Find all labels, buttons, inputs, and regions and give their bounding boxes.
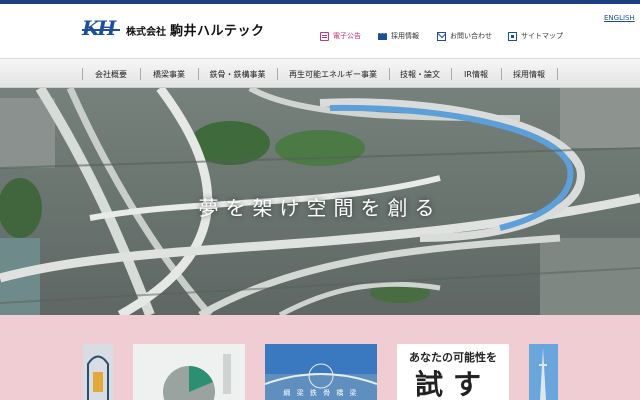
people-icon (378, 32, 387, 41)
kh-logo-mark: KH (82, 16, 120, 40)
banner-area: 綱 梁 鉄 骨 橋 梁 あなたの可能性を 試す (0, 315, 640, 400)
banner-card-business[interactable]: 綱 梁 鉄 骨 橋 梁 (265, 344, 377, 400)
utility-link-contact[interactable]: お問い合わせ (437, 30, 492, 42)
document-icon (320, 31, 329, 41)
utility-link-sitemap[interactable]: サイトマップ (508, 30, 563, 42)
logo-bar (82, 29, 120, 31)
mail-icon (437, 31, 446, 41)
utility-link-label: 電子公告 (333, 32, 361, 40)
company-name-text: 駒井ハルテック (170, 23, 265, 39)
nav-separator (557, 68, 558, 80)
logo-mark-text: KH (82, 16, 116, 40)
recruit-banner-line2: 試す (414, 368, 491, 400)
nav-item-papers[interactable]: 技報・論文 (389, 59, 451, 89)
utility-link-label: お問い合わせ (450, 32, 492, 40)
site-header: KH 株式会社 駒井ハルテック ENGLISH 電子公告 採用情報 お問い合わせ… (0, 4, 640, 58)
nav-item-ir[interactable]: IR情報 (451, 59, 501, 89)
company-logo[interactable]: KH 株式会社 駒井ハルテック (82, 16, 265, 40)
tower-photo (529, 344, 558, 400)
global-nav: 会社概要 橋梁事業 鉄骨・鉄構事業 再生可能エネルギー事業 技報・論文 IR情報… (0, 58, 640, 88)
structure-photo (83, 344, 113, 400)
company-name: 株式会社 駒井ハルテック (126, 20, 265, 39)
utility-link-recruit[interactable]: 採用情報 (378, 30, 419, 42)
banner-card-caption: 綱 梁 鉄 骨 橋 梁 (283, 389, 359, 397)
sitemap-icon (508, 31, 517, 41)
banner-card-right-edge[interactable] (529, 344, 558, 400)
banner-card-left-edge[interactable] (83, 344, 113, 400)
english-link[interactable]: ENGLISH (604, 14, 635, 22)
hero-caption: 夢を架け空間を創る (198, 196, 442, 220)
banner-card-ir[interactable] (133, 344, 245, 400)
nav-item-steel[interactable]: 鉄骨・鉄構事業 (198, 59, 277, 89)
utility-link-label: サイトマップ (521, 32, 563, 40)
nav-item-recruit[interactable]: 採用情報 (501, 59, 557, 89)
nav-item-renewable[interactable]: 再生可能エネルギー事業 (277, 59, 389, 89)
utility-link-label: 採用情報 (391, 32, 419, 40)
banner-card-recruit[interactable]: あなたの可能性を 試す (397, 344, 509, 400)
pie-chart-icon (133, 344, 245, 400)
nav-item-company[interactable]: 会社概要 (82, 59, 140, 89)
hero-image: 夢を架け空間を創る (0, 88, 640, 315)
utility-link-public-notice[interactable]: 電子公告 (320, 30, 361, 42)
company-prefix: 株式会社 (126, 26, 166, 38)
nav-item-bridge[interactable]: 橋梁事業 (140, 59, 198, 89)
